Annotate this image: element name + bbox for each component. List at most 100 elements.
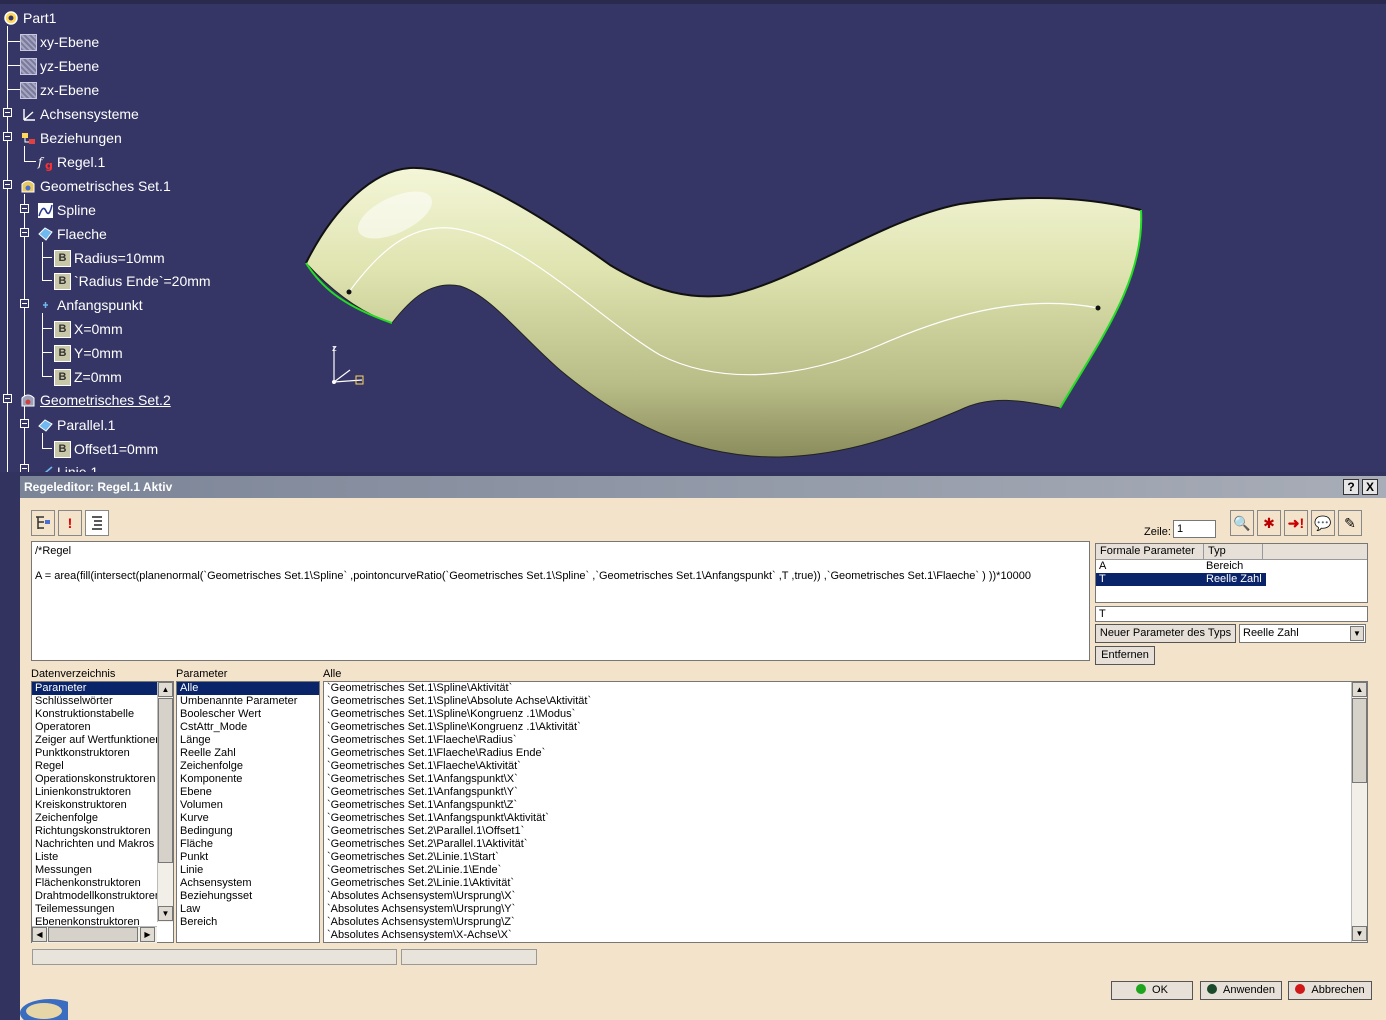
list-item[interactable]: Komponente [177, 773, 319, 786]
list-item[interactable]: `Geometrisches Set.1\Spline\Aktivität` [324, 682, 1367, 695]
eraser-icon[interactable]: ✎ [1338, 510, 1362, 536]
list-item[interactable]: Fläche [177, 838, 319, 851]
code-formula: A = area(fill(intersect(planenormal(`Geo… [35, 570, 1032, 582]
search-icon[interactable]: 🔍 [1230, 510, 1254, 536]
list-item[interactable]: Umbenannte Parameter [177, 695, 319, 708]
list-item[interactable]: Operatoren [32, 721, 173, 734]
scroll-down-icon[interactable]: ▼ [158, 906, 173, 921]
parameter-type-list[interactable]: Alle Umbenannte Parameter Boolescher Wert C… [176, 681, 320, 943]
apply-button[interactable]: Anwenden [1200, 981, 1282, 1000]
list-item[interactable]: `Geometrisches Set.2\Linie.1\Ende` [324, 864, 1367, 877]
list-item[interactable]: Nachrichten und Makros [32, 838, 173, 851]
list-item[interactable]: Volumen [177, 799, 319, 812]
list-item[interactable]: Boolescher Wert [177, 708, 319, 721]
3d-viewport[interactable]: Part1 xy-Ebene yz-Ebene zx-Ebene Achsens… [0, 0, 1386, 472]
list-item[interactable]: Kurve [177, 812, 319, 825]
rule-editor-dialog: Regeleditor: Regel.1 Aktiv ? X ! Zeile: … [20, 476, 1386, 1020]
list-item[interactable]: Beziehungsset [177, 890, 319, 903]
col-header-type[interactable]: Typ [1204, 544, 1263, 559]
list-item[interactable]: Bereich [177, 916, 319, 929]
list-item[interactable]: Reelle Zahl [177, 747, 319, 760]
data-directory-list[interactable]: Parameter Schlüsselwörter Konstruktionstab… [31, 681, 174, 943]
list-item[interactable]: Zeiger auf Wertfunktionen [32, 734, 173, 747]
list-item[interactable]: `Absolutes Achsensystem\X-Achse\X` [324, 929, 1367, 942]
scroll-thumb[interactable] [48, 927, 138, 942]
list-item[interactable]: `Absolutes Achsensystem\Ursprung\Z` [324, 916, 1367, 929]
list-item[interactable]: Liste [32, 851, 173, 864]
list-item[interactable]: Achsensystem [177, 877, 319, 890]
list-item[interactable]: Bedingung [177, 825, 319, 838]
table-row[interactable]: A Bereich [1096, 560, 1367, 573]
new-parameter-button[interactable]: Neuer Parameter des Typs [1095, 624, 1236, 643]
list-item[interactable]: Teilemessungen [32, 903, 173, 916]
list-item[interactable]: Parameter [32, 682, 173, 695]
list-item[interactable]: CstAttr_Mode [177, 721, 319, 734]
col-header-formal[interactable]: Formale Parameter [1096, 544, 1204, 559]
list-item[interactable]: `Geometrisches Set.2\Linie.1\Start` [324, 851, 1367, 864]
filter-icon[interactable]: ✱ [1257, 510, 1281, 536]
list-item[interactable]: `Geometrisches Set.1\Spline\Kongruenz .1… [324, 708, 1367, 721]
list-item[interactable]: Ebene [177, 786, 319, 799]
close-button[interactable]: X [1362, 479, 1378, 495]
list-item[interactable]: Richtungskonstruktoren [32, 825, 173, 838]
list-item[interactable]: Alle [177, 682, 319, 695]
list-item[interactable]: `Geometrisches Set.1\Anfangspunkt\Y` [324, 786, 1367, 799]
list-item[interactable]: Zeichenfolge [177, 760, 319, 773]
list-item[interactable]: Konstruktionstabelle [32, 708, 173, 721]
list-item[interactable]: Schlüsselwörter [32, 695, 173, 708]
remove-button[interactable]: Entfernen [1095, 646, 1155, 665]
list-item[interactable]: Operationskonstruktoren [32, 773, 173, 786]
cancel-button[interactable]: Abbrechen [1288, 981, 1372, 1000]
list-item[interactable]: Law [177, 903, 319, 916]
all-parameters-list[interactable]: `Geometrisches Set.1\Spline\Aktivität` `G… [323, 681, 1368, 943]
list-item[interactable]: Zeichenfolge [32, 812, 173, 825]
parameter-name-field[interactable]: T [1095, 606, 1368, 622]
scroll-right-icon[interactable]: ▶ [140, 927, 155, 942]
list-item[interactable]: `Geometrisches Set.1\Anfangspunkt\X` [324, 773, 1367, 786]
list-item[interactable]: Punkt [177, 851, 319, 864]
list-item[interactable]: `Absolutes Achsensystem\Ursprung\Y` [324, 903, 1367, 916]
tube-surface[interactable] [0, 0, 1386, 472]
list-item[interactable]: Linienkonstruktoren [32, 786, 173, 799]
list-item[interactable]: Linie [177, 864, 319, 877]
error-check-icon[interactable]: ! [58, 510, 82, 536]
type-select[interactable]: Reelle Zahl ▼ [1239, 624, 1366, 643]
scroll-up-icon[interactable]: ▲ [1352, 682, 1367, 697]
list-item[interactable]: Messungen [32, 864, 173, 877]
list-view-icon[interactable] [85, 510, 109, 536]
list-item[interactable]: `Geometrisches Set.1\Flaeche\Radius` [324, 734, 1367, 747]
list-item[interactable]: `Geometrisches Set.2\Parallel.1\Aktivitä… [324, 838, 1367, 851]
list-item[interactable]: `Geometrisches Set.1\Spline\Kongruenz .1… [324, 721, 1367, 734]
list-item[interactable]: `Geometrisches Set.1\Flaeche\Radius Ende… [324, 747, 1367, 760]
scroll-down-icon[interactable]: ▼ [1352, 926, 1367, 941]
scroll-up-icon[interactable]: ▲ [158, 682, 173, 697]
list-item[interactable]: `Geometrisches Set.1\Anfangspunkt\Z` [324, 799, 1367, 812]
message-icon[interactable]: 💬 [1311, 510, 1335, 536]
list-item[interactable]: `Absolutes Achsensystem\Ursprung\X` [324, 890, 1367, 903]
data-directory-hscrollbar[interactable]: ◀ ▶ [32, 926, 157, 943]
insert-error-icon[interactable]: ➜! [1284, 510, 1308, 536]
list-item[interactable]: `Geometrisches Set.1\Spline\Absolute Ach… [324, 695, 1367, 708]
list-item[interactable]: Länge [177, 734, 319, 747]
all-parameters-scrollbar[interactable]: ▲ ▼ [1351, 682, 1367, 942]
list-item[interactable]: Drahtmodellkonstruktoren [32, 890, 173, 903]
list-item[interactable]: Regel [32, 760, 173, 773]
line-number-field[interactable]: 1 [1173, 520, 1216, 538]
list-item[interactable]: `Geometrisches Set.2\Linie.1\Aktivität` [324, 877, 1367, 890]
tree-filter-icon[interactable] [31, 510, 55, 536]
cancel-label: Abbrechen [1311, 984, 1365, 996]
list-item[interactable]: Kreiskonstruktoren [32, 799, 173, 812]
list-item[interactable]: Punktkonstruktoren [32, 747, 173, 760]
list-item[interactable]: Flächenkonstruktoren [32, 877, 173, 890]
ok-button[interactable]: OK [1111, 981, 1193, 1000]
scroll-thumb[interactable] [158, 698, 173, 863]
rule-code-editor[interactable]: /*Regel A = area(fill(intersect(planenor… [31, 541, 1090, 661]
data-directory-scrollbar[interactable]: ▲ ▼ [157, 682, 173, 922]
table-row[interactable]: T Reelle Zahl [1096, 573, 1367, 586]
scroll-thumb[interactable] [1352, 698, 1367, 783]
help-button[interactable]: ? [1343, 479, 1359, 495]
list-item[interactable]: `Geometrisches Set.1\Flaeche\Aktivität` [324, 760, 1367, 773]
list-item[interactable]: `Geometrisches Set.1\Anfangspunkt\Aktivi… [324, 812, 1367, 825]
scroll-left-icon[interactable]: ◀ [32, 927, 47, 942]
list-item[interactable]: `Geometrisches Set.2\Parallel.1\Offset1` [324, 825, 1367, 838]
